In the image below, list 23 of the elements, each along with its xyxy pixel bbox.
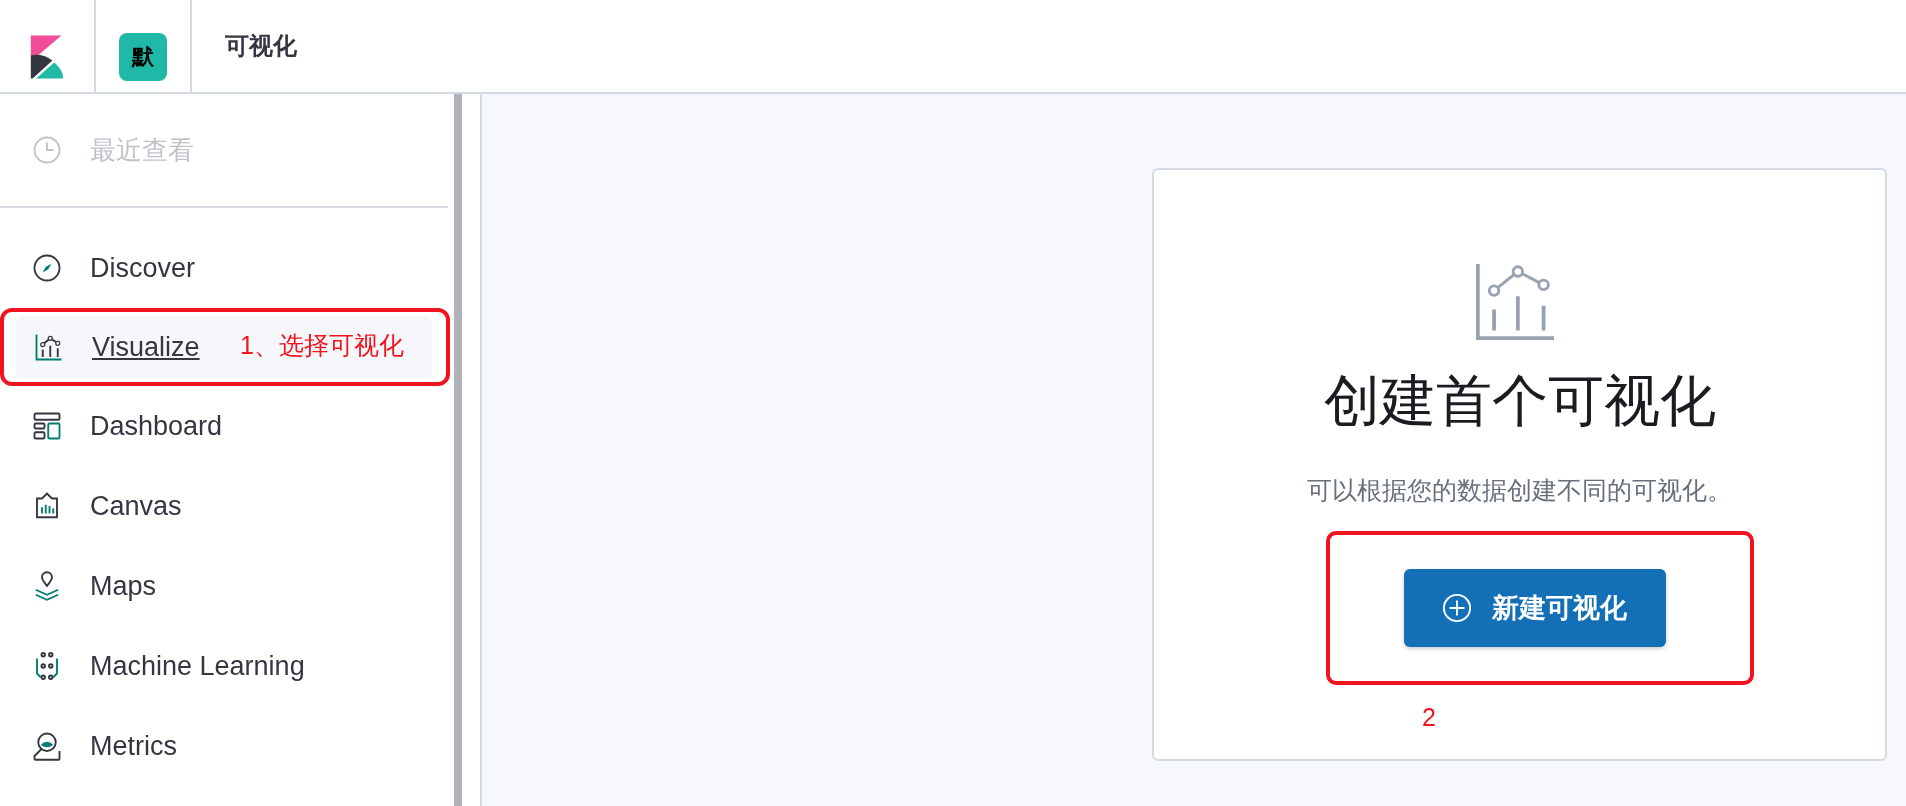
- nav-item[interactable]: Dashboard: [0, 386, 448, 466]
- compass-icon: [32, 253, 62, 283]
- prompt-description: 可以根据您的数据创建不同的可视化。: [1307, 475, 1732, 506]
- metrics-icon: [32, 731, 62, 761]
- plus-circle-icon: [1442, 593, 1472, 623]
- scrollbar[interactable]: [454, 94, 462, 806]
- create-visualization-button[interactable]: 新建可视化: [1403, 569, 1666, 647]
- logo-icon[interactable]: [29, 34, 65, 80]
- annotation-text: 2: [1422, 703, 1436, 732]
- map-pin-icon: [32, 571, 62, 601]
- clock-icon: [32, 135, 62, 165]
- page-title: 可视化: [225, 31, 297, 61]
- nav-item[interactable]: Maps: [0, 546, 448, 626]
- chart-icon: [34, 332, 64, 362]
- prompt-title: 创建首个可视化: [1323, 368, 1716, 434]
- space-avatar[interactable]: 默: [119, 33, 167, 81]
- dashboard-icon: [32, 411, 62, 441]
- chart-icon: [1473, 262, 1556, 342]
- nav-item[interactable]: Discover: [0, 228, 448, 308]
- nav-item[interactable]: Machine Learning: [0, 626, 448, 706]
- annotation-text: 1、选择可视化: [240, 329, 404, 361]
- nav-item[interactable]: Canvas: [0, 466, 448, 546]
- nav-item[interactable]: Metrics: [0, 706, 448, 786]
